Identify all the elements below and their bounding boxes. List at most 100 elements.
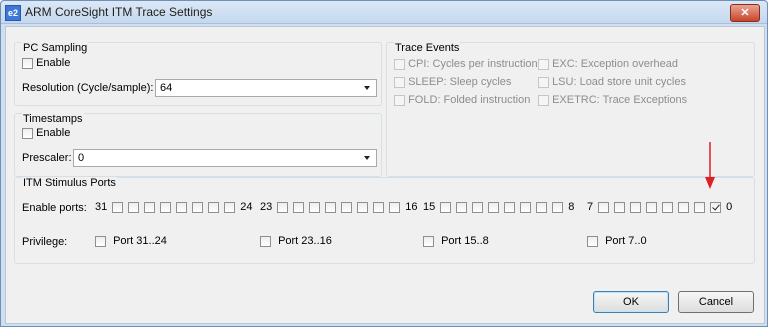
port-checkbox[interactable] <box>144 201 156 213</box>
port-checkbox[interactable] <box>694 201 706 213</box>
privilege-label-text: Port 31..24 <box>113 235 167 248</box>
timestamps-group: Timestamps Enable Prescaler: 0 <box>14 113 382 177</box>
privilege-checkbox[interactable] <box>95 235 106 247</box>
trace-event-label: EXC: Exception overhead <box>552 58 679 71</box>
port-checkbox[interactable] <box>309 201 321 213</box>
trace-event-label: LSU: Load store unit cycles <box>552 76 686 89</box>
port-checkbox[interactable] <box>357 201 369 213</box>
trace-event-label: CPI: Cycles per instruction <box>408 58 538 71</box>
pc-sampling-enable-row[interactable]: Enable <box>22 57 70 69</box>
prescaler-value: 0 <box>78 152 85 164</box>
pc-sampling-title: PC Sampling <box>22 42 89 54</box>
port-checkbox[interactable] <box>325 201 337 213</box>
itm-stimulus-title: ITM Stimulus Ports <box>22 177 117 189</box>
port-checkbox[interactable] <box>440 201 452 213</box>
port-checkbox[interactable] <box>341 201 353 213</box>
trace-event-label: FOLD: Folded instruction <box>408 94 531 107</box>
privilege-checkbox[interactable] <box>423 235 434 247</box>
port-checkbox[interactable] <box>389 201 401 213</box>
port-group-7-0: 70 <box>587 201 732 213</box>
port-group-high-label: 23 <box>260 201 273 214</box>
window-title: ARM CoreSight ITM Trace Settings <box>25 5 213 19</box>
privilege-label-text: Port 7..0 <box>605 235 647 248</box>
trace-event-lsu[interactable]: LSU: Load store unit cycles <box>538 76 686 88</box>
port-checkbox[interactable] <box>678 201 690 213</box>
port-checkbox[interactable] <box>488 201 500 213</box>
port-checkbox[interactable] <box>112 201 124 213</box>
trace-event-exetrc[interactable]: EXETRC: Trace Exceptions <box>538 94 687 106</box>
port-group-low-label: 24 <box>240 201 253 214</box>
port-group-high-label: 31 <box>95 201 108 214</box>
ok-button[interactable]: OK <box>593 291 669 313</box>
prescaler-label: Prescaler: <box>22 152 72 164</box>
port-checkbox[interactable] <box>373 201 385 213</box>
trace-event-checkbox[interactable] <box>538 76 549 88</box>
trace-event-sleep[interactable]: SLEEP: Sleep cycles <box>394 76 511 88</box>
privilege-label-text: Port 23..16 <box>278 235 332 248</box>
app-icon: e2 <box>5 5 21 21</box>
port-checkbox[interactable] <box>520 201 532 213</box>
timestamps-enable-row[interactable]: Enable <box>22 127 70 139</box>
resolution-value: 64 <box>160 82 173 94</box>
resolution-label: Resolution (Cycle/sample): <box>22 82 154 94</box>
privilege-port-15-8[interactable]: Port 15..8 <box>423 235 489 247</box>
close-button[interactable]: ✕ <box>730 4 760 22</box>
trace-event-checkbox[interactable] <box>538 94 549 106</box>
port-group-15-8: 15 8 <box>423 201 574 213</box>
privilege-label-text: Port 15..8 <box>441 235 489 248</box>
trace-events-title: Trace Events <box>394 42 461 54</box>
port-checkbox[interactable] <box>208 201 220 213</box>
privilege-label: Privilege: <box>22 236 68 248</box>
trace-event-label: SLEEP: Sleep cycles <box>408 76 512 89</box>
itm-stimulus-group: ITM Stimulus Ports Enable ports: 31 24 23… <box>14 177 755 264</box>
port-checkbox[interactable] <box>614 201 626 213</box>
trace-event-checkbox[interactable] <box>394 58 405 70</box>
privilege-checkbox[interactable] <box>260 235 271 247</box>
timestamps-title: Timestamps <box>22 113 84 125</box>
chevron-down-icon <box>364 86 370 90</box>
port-checkbox[interactable] <box>160 201 172 213</box>
port-checkbox[interactable] <box>176 201 188 213</box>
title-bar[interactable]: e2 ARM CoreSight ITM Trace Settings ✕ <box>1 1 767 24</box>
port-checkbox[interactable] <box>536 201 548 213</box>
timestamps-enable-label: Enable <box>36 127 71 140</box>
port-checkbox[interactable] <box>504 201 516 213</box>
timestamps-enable-checkbox[interactable] <box>22 127 33 139</box>
prescaler-select[interactable]: 0 <box>73 149 377 167</box>
trace-event-checkbox[interactable] <box>538 58 549 70</box>
port-checkbox[interactable] <box>277 201 289 213</box>
pc-sampling-group: PC Sampling Enable Resolution (Cycle/sam… <box>14 42 382 106</box>
port-checkbox[interactable] <box>293 201 305 213</box>
port-checkbox[interactable] <box>128 201 140 213</box>
port-checkbox[interactable] <box>630 201 642 213</box>
trace-event-fold[interactable]: FOLD: Folded instruction <box>394 94 530 106</box>
chevron-down-icon <box>364 156 370 160</box>
port-checkbox[interactable] <box>646 201 658 213</box>
pc-sampling-enable-checkbox[interactable] <box>22 57 33 69</box>
port-checkbox[interactable] <box>224 201 236 213</box>
port-checkbox[interactable] <box>456 201 468 213</box>
trace-event-checkbox[interactable] <box>394 76 405 88</box>
trace-event-cpi[interactable]: CPI: Cycles per instruction <box>394 58 538 70</box>
port-group-31-24: 31 24 <box>95 201 253 213</box>
port-group-high-label: 15 <box>423 201 436 214</box>
port-0-checkbox[interactable] <box>710 201 722 213</box>
privilege-checkbox[interactable] <box>587 235 598 247</box>
trace-event-checkbox[interactable] <box>394 94 405 106</box>
port-checkbox[interactable] <box>662 201 674 213</box>
privilege-port-7-0[interactable]: Port 7..0 <box>587 235 647 247</box>
enable-ports-label: Enable ports: <box>22 202 87 214</box>
port-checkbox[interactable] <box>192 201 204 213</box>
port-checkbox[interactable] <box>552 201 564 213</box>
port-checkbox[interactable] <box>472 201 484 213</box>
port-group-low-label: 16 <box>405 201 418 214</box>
port-group-high-label: 7 <box>587 201 594 214</box>
port-group-low-label: 8 <box>568 201 575 214</box>
trace-event-exc[interactable]: EXC: Exception overhead <box>538 58 678 70</box>
resolution-select[interactable]: 64 <box>155 79 377 97</box>
privilege-port-23-16[interactable]: Port 23..16 <box>260 235 332 247</box>
privilege-port-31-24[interactable]: Port 31..24 <box>95 235 167 247</box>
cancel-button[interactable]: Cancel <box>678 291 754 313</box>
port-checkbox[interactable] <box>598 201 610 213</box>
trace-events-group: Trace Events CPI: Cycles per instruction… <box>386 42 755 177</box>
